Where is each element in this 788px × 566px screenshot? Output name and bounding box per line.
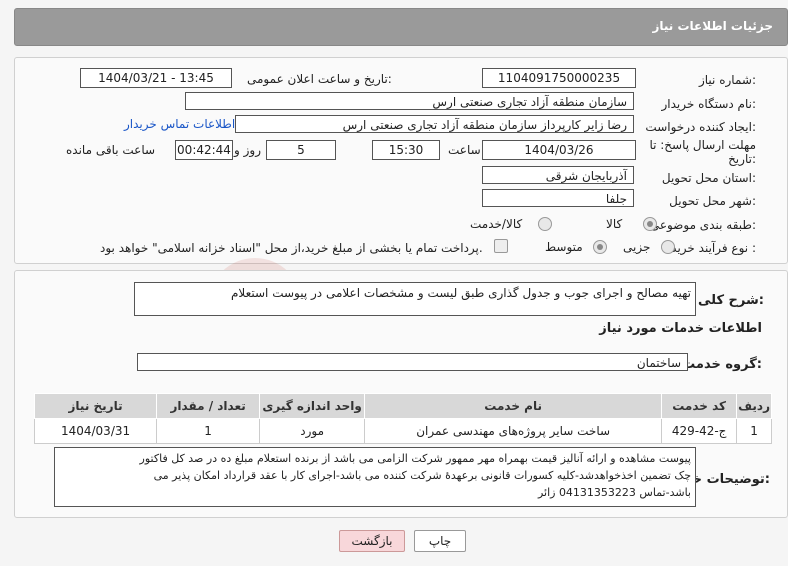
process-radio-minor[interactable] bbox=[661, 240, 675, 254]
need-number-label: شماره نیاز: bbox=[698, 73, 756, 87]
col-name-header: نام خدمت bbox=[364, 393, 663, 419]
deadline-label-1: مهلت ارسال پاسخ: تا bbox=[649, 138, 756, 152]
city-field[interactable]: جلفا bbox=[482, 189, 634, 207]
cell-row-number: 1 bbox=[736, 418, 772, 444]
province-label: استان محل تحویل: bbox=[661, 171, 756, 185]
buyer-contact-link[interactable]: اطلاعات تماس خریدار bbox=[124, 117, 235, 131]
buyer-org-field[interactable]: سازمان منطقه آزاد تجاری صنعتی ارس bbox=[185, 92, 634, 110]
summary-textarea[interactable]: تهیه مصالح و اجرای جوب و جدول گذاری طبق … bbox=[134, 282, 696, 316]
creator-field[interactable]: رضا زایر کارپرداز سازمان منطقه آزاد تجار… bbox=[235, 115, 634, 133]
cell-quantity: 1 bbox=[156, 418, 261, 444]
cell-service-code: ج-42-429 bbox=[661, 418, 738, 444]
col-unit-header: واحد اندازه گیری bbox=[259, 393, 366, 419]
remaining-time-field[interactable]: 00:42:44 bbox=[175, 140, 233, 160]
time-label: ساعت bbox=[448, 143, 481, 157]
province-field[interactable]: آذربایجان شرقی bbox=[482, 166, 634, 184]
deadline-date-field[interactable]: 1404/03/26 bbox=[482, 140, 636, 160]
treasury-checkbox[interactable] bbox=[494, 239, 508, 253]
service-group-field[interactable]: ساختمان bbox=[137, 353, 688, 371]
process-option-medium: متوسط bbox=[545, 240, 583, 254]
announce-label: تاریخ و ساعت اعلان عمومی: bbox=[247, 72, 392, 86]
cell-service-name: ساخت سایر پروژه‌های مهندسی عمران bbox=[364, 418, 663, 444]
category-radio-goods-service[interactable] bbox=[538, 217, 552, 231]
process-radio-medium[interactable] bbox=[593, 240, 607, 254]
deadline-time-field[interactable]: 15:30 bbox=[372, 140, 440, 160]
buyer-notes-line-1: پیوست مشاهده و ارائه آنالیز قیمت بهمراه … bbox=[139, 452, 691, 465]
table-header-row: ردیف کد خدمت نام خدمت واحد اندازه گیری ت… bbox=[33, 393, 772, 419]
remaining-label: ساعت باقی مانده bbox=[66, 143, 156, 157]
back-button[interactable]: بازگشت bbox=[339, 530, 405, 552]
days-label: روز و bbox=[234, 143, 261, 157]
category-label: طبقه بندی موضوعی: bbox=[649, 218, 756, 232]
buyer-notes-line-2: چک تضمین اخذخواهدشد-کلیه کسورات قانونی ب… bbox=[153, 469, 691, 482]
category-option-goods-service: کالا/خدمت bbox=[470, 217, 523, 231]
city-label: شهر محل تحویل: bbox=[669, 194, 756, 208]
need-info-panel bbox=[14, 57, 788, 264]
service-group-label: گروه خدمت: bbox=[682, 357, 762, 372]
process-label: نوع فرآیند خرید : bbox=[671, 241, 756, 255]
page-header: جزئیات اطلاعات نیاز bbox=[14, 8, 788, 46]
payment-note: پرداخت تمام یا بخشی از مبلغ خرید،از محل … bbox=[100, 241, 483, 255]
col-code-header: کد خدمت bbox=[661, 393, 738, 419]
page-title: جزئیات اطلاعات نیاز bbox=[652, 19, 773, 33]
col-date-header: تاریخ نیاز bbox=[33, 393, 158, 419]
days-count-field[interactable]: 5 bbox=[266, 140, 336, 160]
services-table: ردیف کد خدمت نام خدمت واحد اندازه گیری ت… bbox=[33, 393, 772, 444]
cell-need-date: 1404/03/31 bbox=[33, 418, 158, 444]
col-qty-header: تعداد / مقدار bbox=[156, 393, 261, 419]
category-radio-goods[interactable] bbox=[643, 217, 657, 231]
buyer-notes-line-3: باشد-تماس 04131353223 زائر bbox=[537, 486, 691, 499]
process-option-minor: جزیی bbox=[623, 240, 651, 254]
col-row-header: ردیف bbox=[736, 393, 772, 419]
need-number-field[interactable]: 1104091750000235 bbox=[482, 68, 636, 88]
announce-field[interactable]: 1404/03/21 - 13:45 bbox=[80, 68, 232, 88]
buyer-org-label: نام دستگاه خریدار: bbox=[661, 97, 757, 111]
table-row[interactable]: 1 ج-42-429 ساخت سایر پروژه‌های مهندسی عم… bbox=[33, 418, 772, 444]
deadline-label-2: تاریخ: bbox=[728, 152, 756, 166]
print-button[interactable]: چاپ bbox=[414, 530, 466, 552]
cell-unit: مورد bbox=[259, 418, 366, 444]
buyer-notes-textarea[interactable]: پیوست مشاهده و ارائه آنالیز قیمت بهمراه … bbox=[54, 447, 696, 507]
category-option-goods: کالا bbox=[606, 217, 623, 231]
creator-label: ایجاد کننده درخواست: bbox=[645, 120, 756, 134]
services-section-title: اطلاعات خدمات مورد نیاز bbox=[599, 321, 762, 336]
